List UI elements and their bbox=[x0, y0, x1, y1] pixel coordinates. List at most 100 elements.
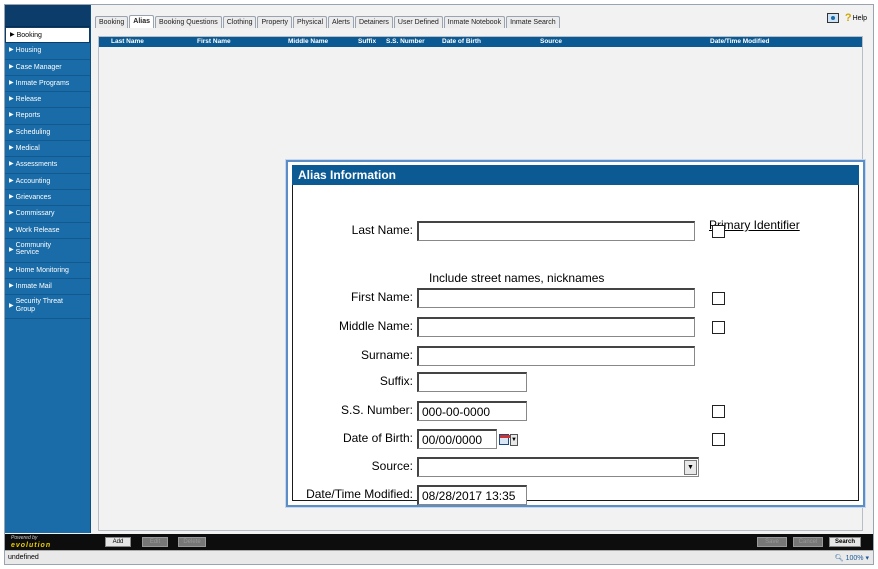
logo-text: evolution bbox=[11, 542, 52, 549]
sidebar-item-release[interactable]: ▶ Release bbox=[5, 92, 90, 109]
triangle-right-icon: ▶ bbox=[9, 210, 14, 217]
save-button[interactable]: Save bbox=[757, 537, 787, 547]
first-name-input[interactable] bbox=[417, 288, 695, 308]
date-picker-button[interactable]: ▼ bbox=[499, 432, 518, 447]
tab-bar: Booking Alias Booking Questions Clothing… bbox=[95, 14, 561, 28]
sidebar-item-scheduling[interactable]: ▶ Scheduling bbox=[5, 125, 90, 142]
sidebar-item-label: Housing bbox=[15, 47, 42, 55]
column-header-source[interactable]: Source bbox=[540, 37, 562, 47]
date-time-modified-input[interactable] bbox=[417, 485, 527, 505]
sidebar-item-label: Scheduling bbox=[15, 128, 51, 136]
sidebar-item-label: Work Release bbox=[15, 226, 60, 234]
ss-number-primary-checkbox[interactable] bbox=[712, 405, 725, 418]
sidebar-item-label: Community Service bbox=[15, 241, 52, 257]
app-window: ▶ Booking ▶ Housing ▶ Case Manager ▶ Inmate … bbox=[4, 4, 874, 565]
sidebar-item-medical[interactable]: ▶ Medical bbox=[5, 141, 90, 158]
column-header-ss-number[interactable]: S.S. Number bbox=[386, 37, 425, 47]
tab-alerts[interactable]: Alerts bbox=[328, 16, 354, 28]
sidebar-header bbox=[5, 5, 90, 27]
column-header-date-time-modified[interactable]: Date/Time Modified bbox=[710, 37, 769, 47]
column-header-last-name[interactable]: Last Name bbox=[111, 37, 144, 47]
sidebar-item-home-monitoring[interactable]: ▶ Home Monitoring bbox=[5, 263, 90, 280]
tab-physical[interactable]: Physical bbox=[292, 16, 328, 28]
sidebar-item-label: Reports bbox=[15, 112, 41, 120]
column-header-date-of-birth[interactable]: Date of Birth bbox=[442, 37, 481, 47]
cancel-button[interactable]: Cancel bbox=[793, 537, 823, 547]
sidebar-item-label: Inmate Programs bbox=[15, 79, 70, 87]
sidebar-item-assessments[interactable]: ▶ Assessments bbox=[5, 157, 90, 174]
tab-booking-questions[interactable]: Booking Questions bbox=[155, 16, 222, 28]
tab-alias[interactable]: Alias bbox=[129, 15, 155, 28]
first-name-primary-checkbox[interactable] bbox=[712, 292, 725, 305]
triangle-right-icon: ▶ bbox=[9, 96, 14, 103]
sidebar-item-label: Assessments bbox=[15, 161, 58, 169]
triangle-right-icon: ▶ bbox=[9, 128, 14, 135]
sidebar-item-community-service[interactable]: ▶ Community Service bbox=[5, 239, 90, 263]
tab-inmate-search[interactable]: Inmate Search bbox=[506, 16, 560, 28]
tab-detainers[interactable]: Detainers bbox=[354, 16, 393, 28]
sidebar-item-inmate-mail[interactable]: ▶ Inmate Mail bbox=[5, 279, 90, 296]
last-name-primary-checkbox[interactable] bbox=[712, 225, 725, 238]
photo-icon[interactable] bbox=[826, 13, 839, 23]
status-bar: undefined 🔍︎ 100% ▾ bbox=[5, 550, 873, 564]
column-header-suffix[interactable]: Suffix bbox=[358, 37, 376, 47]
middle-name-input[interactable] bbox=[417, 317, 695, 337]
sidebar-item-work-release[interactable]: ▶ Work Release bbox=[5, 223, 90, 239]
sidebar-item-housing[interactable]: ▶ Housing bbox=[5, 43, 90, 60]
help-button[interactable]: ? Help bbox=[845, 12, 867, 24]
help-label: Help bbox=[852, 14, 867, 22]
sidebar-item-security-threat-group[interactable]: ▶ Security Threat Group bbox=[5, 295, 90, 320]
triangle-right-icon: ▶ bbox=[9, 161, 14, 168]
date-time-modified-label: Date/Time Modified: bbox=[306, 487, 413, 501]
sidebar-item-accounting[interactable]: ▶ Accounting bbox=[5, 174, 90, 190]
triangle-right-icon: ▶ bbox=[9, 177, 14, 184]
ss-number-input[interactable] bbox=[417, 401, 527, 421]
tab-inmate-notebook[interactable]: Inmate Notebook bbox=[443, 16, 506, 28]
triangle-right-icon: ▶ bbox=[9, 246, 14, 253]
sidebar-item-label: Inmate Mail bbox=[15, 283, 52, 291]
evolution-logo: Powered by evolution bbox=[11, 535, 51, 549]
sidebar-item-case-manager[interactable]: ▶ Case Manager bbox=[5, 60, 90, 76]
triangle-right-icon: ▶ bbox=[9, 112, 14, 119]
add-button[interactable]: Add bbox=[105, 537, 131, 547]
sidebar-item-label: Grievances bbox=[15, 193, 52, 201]
column-header-middle-name[interactable]: Middle Name bbox=[288, 37, 328, 47]
sidebar-item-inmate-programs[interactable]: ▶ Inmate Programs bbox=[5, 76, 90, 93]
suffix-input[interactable] bbox=[417, 372, 527, 392]
triangle-right-icon: ▶ bbox=[9, 283, 14, 290]
tab-booking[interactable]: Booking bbox=[95, 16, 129, 28]
middle-name-primary-checkbox[interactable] bbox=[712, 321, 725, 334]
source-label: Source: bbox=[371, 459, 413, 473]
dialog-title: Alias Information bbox=[292, 165, 859, 185]
search-button[interactable]: Search bbox=[829, 537, 861, 547]
date-of-birth-primary-checkbox[interactable] bbox=[712, 433, 725, 446]
bottom-toolbar: Powered by evolution Add Edit Delete Sav… bbox=[5, 534, 873, 550]
sidebar-item-grievances[interactable]: ▶ Grievances bbox=[5, 190, 90, 207]
delete-button[interactable]: Delete bbox=[178, 537, 206, 547]
zoom-icon: 🔍︎ bbox=[834, 555, 844, 562]
source-select[interactable]: ▼ bbox=[417, 457, 699, 477]
zoom-control[interactable]: 🔍︎ 100% ▾ bbox=[835, 552, 869, 565]
triangle-right-icon: ▶ bbox=[9, 79, 14, 86]
sidebar-item-label: Booking bbox=[16, 32, 42, 39]
tab-user-defined[interactable]: User Defined bbox=[393, 16, 443, 28]
column-header-first-name[interactable]: First Name bbox=[197, 37, 231, 47]
sidebar-item-commissary[interactable]: ▶ Commissary bbox=[5, 206, 90, 223]
last-name-input[interactable] bbox=[417, 221, 695, 241]
triangle-right-icon: ▶ bbox=[9, 63, 14, 70]
triangle-right-icon: ▶ bbox=[9, 193, 14, 200]
surname-input[interactable] bbox=[417, 346, 695, 366]
sidebar-item-reports[interactable]: ▶ Reports bbox=[5, 108, 90, 125]
date-of-birth-label: Date of Birth: bbox=[342, 431, 413, 445]
tab-property[interactable]: Property bbox=[257, 16, 292, 28]
powered-by-text: Powered by bbox=[11, 535, 38, 541]
tab-clothing[interactable]: Clothing bbox=[222, 16, 257, 28]
top-toolbar: ? Help bbox=[826, 12, 867, 24]
last-name-label: Last Name: bbox=[351, 223, 413, 237]
date-of-birth-input[interactable] bbox=[417, 429, 497, 449]
sidebar-item-booking[interactable]: ▶ Booking bbox=[5, 27, 90, 44]
help-icon: ? bbox=[844, 12, 852, 24]
edit-button[interactable]: Edit bbox=[142, 537, 168, 547]
grid-header-row: Last Name First Name Middle Name Suffix … bbox=[99, 37, 862, 47]
sidebar-item-label: Home Monitoring bbox=[15, 266, 69, 274]
